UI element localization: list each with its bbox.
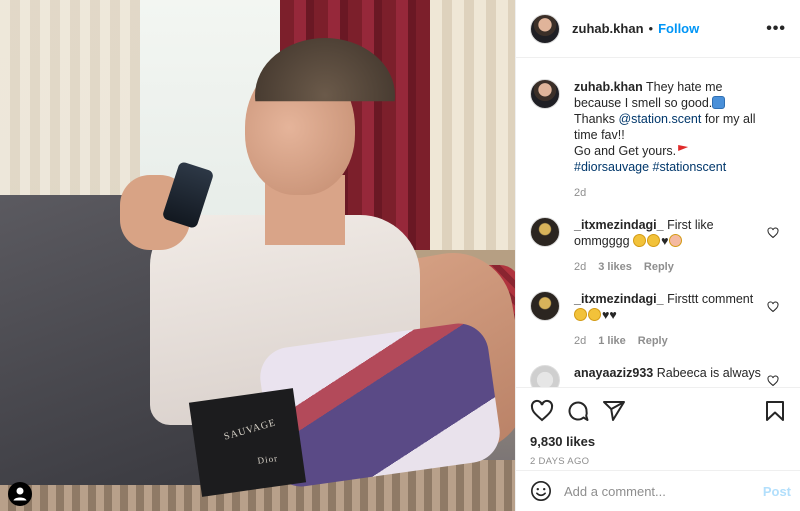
user-tag-icon [13, 487, 27, 501]
comments-list[interactable]: zuhab.khan They hate me because I smell … [516, 59, 800, 387]
user-tag-button[interactable] [8, 482, 32, 506]
comment-avatar[interactable] [530, 365, 560, 387]
action-icons [530, 396, 787, 426]
share-icon[interactable] [602, 399, 626, 423]
caption-line2-prefix: Thanks [574, 112, 619, 126]
comment-item: anayaaziz933 Rabeeca is always [530, 365, 787, 387]
post-date[interactable]: 2 DAYS AGO [530, 456, 787, 467]
comment-body: _itxmezindagi_ First like ommgggg ♥ 2d 3… [574, 217, 787, 275]
comment-time: 2d [574, 261, 587, 273]
heart-icon[interactable] [530, 399, 554, 423]
box-brand-text: SAUVAGE [222, 417, 278, 443]
lace-curtain-right [430, 0, 515, 280]
heart-emoji-icon: ♥ [661, 234, 669, 248]
caption-body: zuhab.khan They hate me because I smell … [574, 79, 787, 201]
comment-item: _itxmezindagi_ Firsttt comment ♥♥ 2d 1 l… [530, 291, 787, 349]
comment-like-icon[interactable] [767, 227, 779, 239]
comment-time: 2d [574, 335, 587, 347]
comment-body: _itxmezindagi_ Firsttt comment ♥♥ 2d 1 l… [574, 291, 787, 349]
comment-meta: 2d 1 like Reply [574, 333, 771, 349]
more-options-icon[interactable]: ••• [766, 20, 786, 38]
emoji-icon [647, 234, 661, 247]
comment-body: anayaaziz933 Rabeeca is always [574, 365, 787, 381]
mention-link[interactable]: @station.scent [618, 112, 701, 126]
emoji-icon [668, 234, 682, 247]
comment-text: Firsttt comment [667, 292, 754, 306]
caption-line3: Go and Get yours. [574, 144, 677, 158]
comment-like-icon[interactable] [767, 301, 779, 313]
comment-like-icon[interactable] [767, 375, 779, 387]
comment-icon[interactable] [566, 399, 590, 423]
box-maker-text: Dior [256, 452, 279, 466]
author-username[interactable]: zuhab.khan [572, 21, 644, 36]
follow-button[interactable]: Follow [658, 21, 699, 36]
post-photo[interactable]: SAUVAGE Dior [0, 0, 515, 511]
separator-dot: • [648, 21, 654, 36]
emoji-icon [588, 308, 601, 321]
reply-button[interactable]: Reply [644, 259, 674, 275]
caption-username[interactable]: zuhab.khan [574, 80, 643, 94]
caption-avatar[interactable] [530, 79, 560, 109]
perfume-box: SAUVAGE Dior [188, 388, 307, 497]
comment-username[interactable]: anayaaziz933 [574, 366, 653, 380]
likes-count[interactable]: 9,830 likes [530, 434, 787, 449]
comment-username[interactable]: _itxmezindagi_ [574, 218, 664, 232]
comment-avatar[interactable] [530, 291, 560, 321]
emoji-icon [574, 308, 587, 321]
comment-likes[interactable]: 3 likes [598, 259, 632, 275]
emoji-icon[interactable] [530, 480, 552, 502]
post-actions: 9,830 likes 2 DAYS AGO [516, 387, 800, 467]
reply-button[interactable]: Reply [638, 333, 668, 349]
comment-avatar[interactable] [530, 217, 560, 247]
emoji-icon [633, 234, 647, 247]
caption: zuhab.khan They hate me because I smell … [530, 79, 787, 201]
post-header: zuhab.khan • Follow ••• [516, 0, 800, 58]
hashtags-link[interactable]: #diorsauvage #stationscent [574, 160, 726, 174]
post-side-panel: zuhab.khan • Follow ••• zuhab.khan They … [515, 0, 800, 511]
bookmark-icon[interactable] [763, 399, 787, 423]
author-avatar[interactable] [530, 13, 560, 44]
comment-item: _itxmezindagi_ First like ommgggg ♥ 2d 3… [530, 217, 787, 275]
comment-meta: 2d 3 likes Reply [574, 259, 771, 275]
comment-composer: Post [516, 470, 800, 511]
comment-text: Rabeeca is always [656, 366, 761, 380]
comment-username[interactable]: _itxmezindagi_ [574, 292, 664, 306]
heart-emoji-icon: ♥♥ [602, 308, 617, 322]
comment-input[interactable] [564, 483, 763, 499]
caption-meta: 2d [574, 185, 771, 201]
emoji-icon [712, 96, 726, 109]
caption-time: 2d [574, 187, 587, 199]
red-flag-icon [678, 145, 689, 151]
post-button[interactable]: Post [763, 484, 791, 499]
comment-likes[interactable]: 1 like [598, 333, 626, 349]
